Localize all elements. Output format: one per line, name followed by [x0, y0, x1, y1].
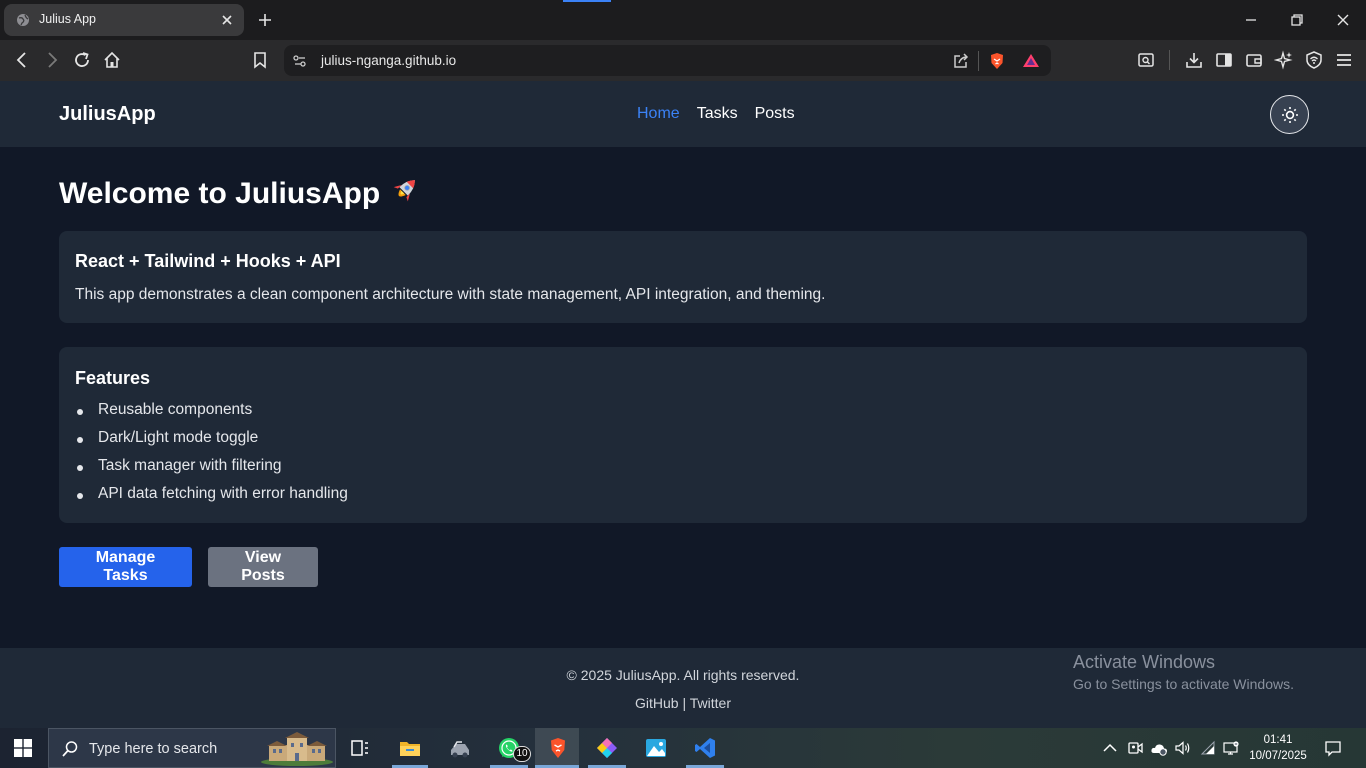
search-highlight-icon — [259, 731, 335, 767]
taskbar-search[interactable]: Type here to search — [48, 728, 336, 768]
clock-date: 10/07/2025 — [1249, 750, 1307, 762]
intro-card: React + Tailwind + Hooks + API This app … — [59, 231, 1307, 323]
manage-tasks-button[interactable]: Manage Tasks — [59, 547, 192, 587]
system-clock[interactable]: 01:41 10/07/2025 — [1242, 732, 1314, 764]
home-icon[interactable] — [102, 50, 122, 70]
watermark-subtitle: Go to Settings to activate Windows. — [1073, 676, 1294, 692]
brand-logo[interactable]: JuliusApp — [59, 103, 156, 126]
search-placeholder: Type here to search — [89, 741, 218, 757]
search-icon — [61, 740, 79, 758]
bookmark-icon[interactable] — [250, 50, 270, 70]
features-list: Reusable components Dark/Light mode togg… — [75, 401, 348, 513]
git-tool-icon[interactable] — [595, 736, 619, 760]
list-item: Reusable components — [75, 401, 348, 429]
windows-taskbar: Type here to search 01:41 10/07/2025 — [0, 728, 1366, 768]
chevron-up-icon[interactable] — [1101, 739, 1119, 757]
clock-time: 01:41 — [1263, 734, 1293, 746]
forward-icon[interactable] — [42, 50, 62, 70]
reload-icon[interactable] — [72, 50, 92, 70]
address-bar[interactable]: julius-nganga.github.io — [284, 45, 1051, 76]
network-icon[interactable] — [1222, 739, 1240, 757]
onedrive-icon[interactable] — [1150, 739, 1168, 757]
brave-browser-icon[interactable] — [546, 736, 570, 760]
menu-icon[interactable] — [1334, 50, 1354, 70]
volume-icon[interactable] — [1174, 739, 1192, 757]
view-posts-button[interactable]: View Posts — [208, 547, 318, 587]
share-icon[interactable] — [951, 51, 971, 71]
nav-link-home[interactable]: Home — [637, 105, 680, 123]
reader-mode-icon[interactable] — [1136, 50, 1156, 70]
url-text: julius-nganga.github.io — [321, 53, 457, 68]
brave-rewards-icon[interactable] — [1021, 51, 1041, 71]
globe-icon — [16, 13, 30, 27]
sidebar-icon[interactable] — [1214, 50, 1234, 70]
close-window-icon[interactable] — [1333, 10, 1353, 30]
task-view-icon[interactable] — [348, 736, 372, 760]
meet-now-icon[interactable] — [1126, 739, 1144, 757]
wifi-icon[interactable] — [1199, 739, 1217, 757]
intro-card-text: This app demonstrates a clean component … — [75, 286, 826, 303]
list-item: Dark/Light mode toggle — [75, 429, 348, 457]
theme-toggle-button[interactable] — [1270, 95, 1309, 134]
nav-link-tasks[interactable]: Tasks — [697, 105, 738, 123]
activate-windows-watermark: Activate Windows Go to Settings to activ… — [1073, 652, 1294, 692]
toolbar-divider — [1169, 50, 1170, 70]
rocket-icon — [388, 173, 422, 207]
vscode-icon[interactable] — [693, 736, 717, 760]
github-link[interactable]: GitHub — [635, 695, 679, 711]
list-item: API data fetching with error handling — [75, 485, 348, 513]
wallet-icon[interactable] — [1244, 50, 1264, 70]
notification-icon[interactable] — [1324, 739, 1342, 757]
back-icon[interactable] — [12, 50, 32, 70]
intro-card-title: React + Tailwind + Hooks + API — [75, 251, 341, 271]
windows-start-icon[interactable] — [14, 739, 32, 757]
browser-tab[interactable]: Julius App — [4, 4, 244, 36]
brave-shields-icon[interactable] — [987, 51, 1007, 71]
vpn-icon[interactable] — [1304, 50, 1324, 70]
restore-icon[interactable] — [1287, 10, 1307, 30]
whatsapp-unread-badge: 10 — [513, 746, 531, 762]
app-icon[interactable] — [448, 736, 472, 760]
minimize-icon[interactable] — [1241, 10, 1261, 30]
photos-icon[interactable] — [644, 736, 668, 760]
page-title-text: Welcome to JuliusApp — [59, 177, 381, 210]
list-item: Task manager with filtering — [75, 457, 348, 485]
page-title: Welcome to JuliusApp — [59, 173, 422, 211]
footer-separator: | — [682, 695, 687, 711]
footer-links: GitHub | Twitter — [0, 695, 1366, 711]
nav-link-posts[interactable]: Posts — [755, 105, 795, 123]
features-card: Features Reusable components Dark/Light … — [59, 347, 1307, 523]
browser-tab-bar: Julius App — [0, 0, 1366, 40]
new-tab-icon[interactable] — [256, 11, 274, 29]
close-tab-icon[interactable] — [220, 13, 234, 27]
features-card-title: Features — [75, 368, 151, 388]
file-explorer-icon[interactable] — [398, 736, 422, 760]
tab-title: Julius App — [39, 12, 96, 26]
site-navbar: JuliusApp Home Tasks Posts — [0, 81, 1366, 147]
tab-strip-accent — [563, 0, 611, 2]
omnibox-divider — [978, 51, 979, 71]
watermark-title: Activate Windows — [1073, 652, 1216, 672]
site-info-icon[interactable] — [290, 51, 310, 71]
download-icon[interactable] — [1184, 50, 1204, 70]
browser-toolbar: julius-nganga.github.io — [0, 40, 1366, 81]
nav-links: Home Tasks Posts — [637, 105, 795, 123]
leo-ai-icon[interactable] — [1274, 50, 1294, 70]
twitter-link[interactable]: Twitter — [690, 695, 731, 711]
